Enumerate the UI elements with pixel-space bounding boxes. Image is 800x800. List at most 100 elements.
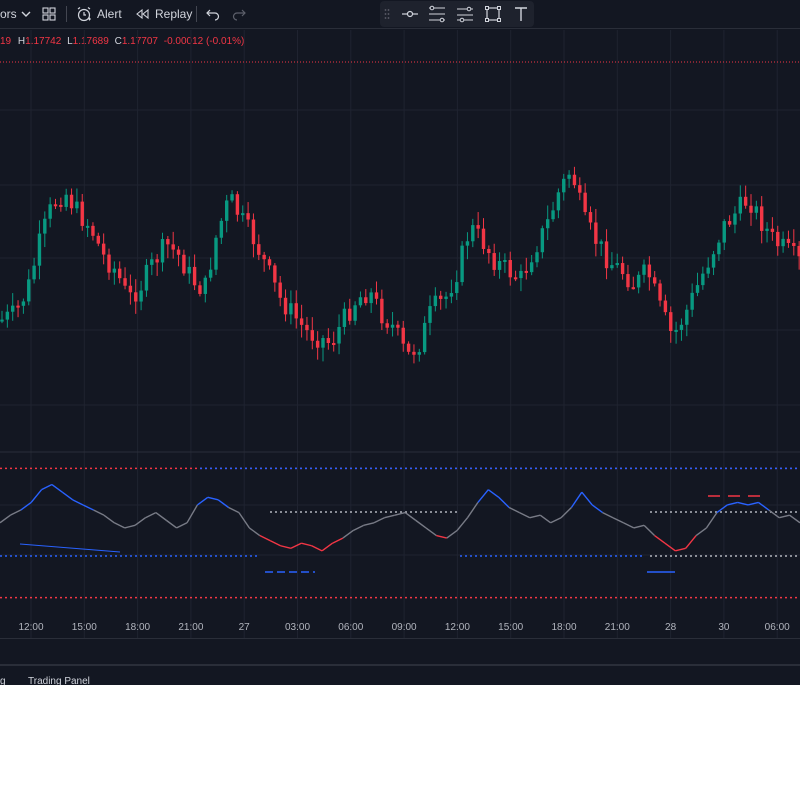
time-tick-label: 21:00 bbox=[178, 622, 203, 633]
candle-body bbox=[615, 263, 619, 266]
candle-body bbox=[348, 308, 352, 321]
oscillator-segment bbox=[10, 509, 22, 516]
candle-body bbox=[182, 254, 186, 274]
oscillator-segment bbox=[560, 507, 572, 519]
candle-body bbox=[690, 292, 694, 310]
oscillator-segment bbox=[248, 527, 261, 537]
candle-body bbox=[572, 174, 577, 186]
oscillator-segment bbox=[196, 496, 209, 506]
time-axis-border bbox=[0, 638, 800, 639]
oscillator-segment bbox=[269, 540, 281, 547]
candle-body bbox=[353, 305, 357, 321]
candle-body bbox=[513, 277, 518, 280]
candle-body bbox=[310, 330, 314, 341]
candle-body bbox=[722, 221, 726, 243]
oscillator-segment bbox=[51, 483, 63, 493]
candle-body bbox=[53, 204, 58, 207]
candle-body bbox=[150, 259, 154, 265]
oscillator-segment bbox=[0, 514, 11, 524]
time-tick-label: 30 bbox=[718, 622, 730, 633]
oscillator-segment bbox=[384, 514, 395, 519]
oscillator-segment bbox=[30, 489, 43, 503]
candle-body bbox=[11, 305, 15, 312]
price-chart[interactable]: 12:00 15:00 18:00 21:00 27 03:00 06:00 09:00 12:… bbox=[0, 0, 800, 640]
candle-body bbox=[551, 210, 555, 220]
trading-app: ors Alert Replay 19 H1.17742 L1.17689 C1… bbox=[0, 0, 800, 685]
candle-body bbox=[315, 340, 320, 348]
candle-body bbox=[663, 300, 668, 313]
candle-body bbox=[214, 237, 218, 270]
candle-body bbox=[631, 287, 635, 290]
oscillator-segment bbox=[612, 517, 624, 524]
candle-body bbox=[599, 241, 603, 244]
candle-body bbox=[412, 351, 416, 355]
candle-body bbox=[401, 327, 405, 344]
candle-body bbox=[717, 242, 721, 255]
oscillator-segment bbox=[789, 514, 800, 524]
oscillator-segment bbox=[519, 511, 531, 519]
oscillator-segment bbox=[311, 545, 323, 552]
candle-body bbox=[556, 192, 561, 211]
candle-body bbox=[422, 322, 427, 353]
candle-body bbox=[101, 243, 106, 255]
candle-body bbox=[134, 292, 138, 302]
bottom-panel: g Trading Panel bbox=[0, 664, 800, 685]
time-axis[interactable]: 12:00 15:00 18:00 21:00 27 03:00 06:00 09:00 12:… bbox=[18, 622, 790, 633]
candle-body bbox=[364, 297, 368, 304]
candle-body bbox=[166, 239, 170, 245]
oscillator-segment bbox=[321, 542, 333, 552]
candle-body bbox=[647, 264, 652, 278]
candle-body bbox=[711, 254, 716, 268]
candle-body bbox=[529, 262, 534, 273]
candle-body bbox=[439, 295, 443, 299]
oscillator-pane bbox=[0, 467, 800, 599]
oscillator-segment bbox=[20, 501, 32, 511]
time-tick-label: 03:00 bbox=[285, 622, 310, 633]
candle-body bbox=[176, 249, 181, 255]
tab-trading-panel[interactable]: Trading Panel bbox=[28, 676, 90, 685]
time-tick-label: 28 bbox=[665, 622, 677, 633]
chart-grid bbox=[0, 30, 800, 638]
candle-body bbox=[112, 268, 117, 273]
candle-body bbox=[219, 220, 224, 238]
time-tick-label: 12:00 bbox=[18, 622, 43, 633]
candle-body bbox=[781, 238, 785, 247]
time-tick-label: 06:00 bbox=[338, 622, 363, 633]
candle-body bbox=[760, 206, 764, 231]
candle-body bbox=[540, 228, 545, 253]
candle-body bbox=[642, 264, 646, 275]
oscillator-segment bbox=[404, 512, 416, 521]
candle-body bbox=[241, 213, 245, 216]
candle-body bbox=[604, 241, 609, 269]
candle-body bbox=[776, 231, 780, 247]
oscillator-segment bbox=[623, 522, 635, 529]
candle-body bbox=[75, 201, 79, 209]
oscillator-segment bbox=[61, 491, 74, 501]
candle-body bbox=[380, 298, 384, 324]
candle-body bbox=[16, 305, 20, 308]
time-tick-label: 27 bbox=[239, 622, 251, 633]
oscillator-segment bbox=[145, 511, 157, 519]
oscillator-segment bbox=[633, 524, 645, 529]
oscillator-segment bbox=[165, 519, 178, 529]
candle-body bbox=[519, 270, 523, 279]
oscillator-segment bbox=[280, 545, 292, 549]
candle-body bbox=[535, 252, 539, 263]
candle-body bbox=[32, 265, 36, 280]
candle-body bbox=[43, 218, 47, 234]
candle-body bbox=[449, 293, 454, 297]
candle-body bbox=[685, 309, 689, 325]
candle-body bbox=[417, 352, 421, 355]
candle-body bbox=[770, 228, 775, 232]
time-tick-label: 15:00 bbox=[72, 622, 97, 633]
tab-panel-partial[interactable]: g bbox=[0, 676, 6, 685]
candle-body bbox=[508, 260, 512, 278]
candle-body bbox=[337, 326, 341, 344]
candle-body bbox=[476, 225, 480, 229]
candle-body bbox=[524, 270, 528, 273]
candle-body bbox=[246, 213, 250, 220]
oscillator-segment bbox=[591, 504, 604, 514]
candle-body bbox=[91, 225, 95, 236]
oscillator-segment bbox=[529, 514, 541, 519]
candle-body bbox=[118, 268, 122, 279]
